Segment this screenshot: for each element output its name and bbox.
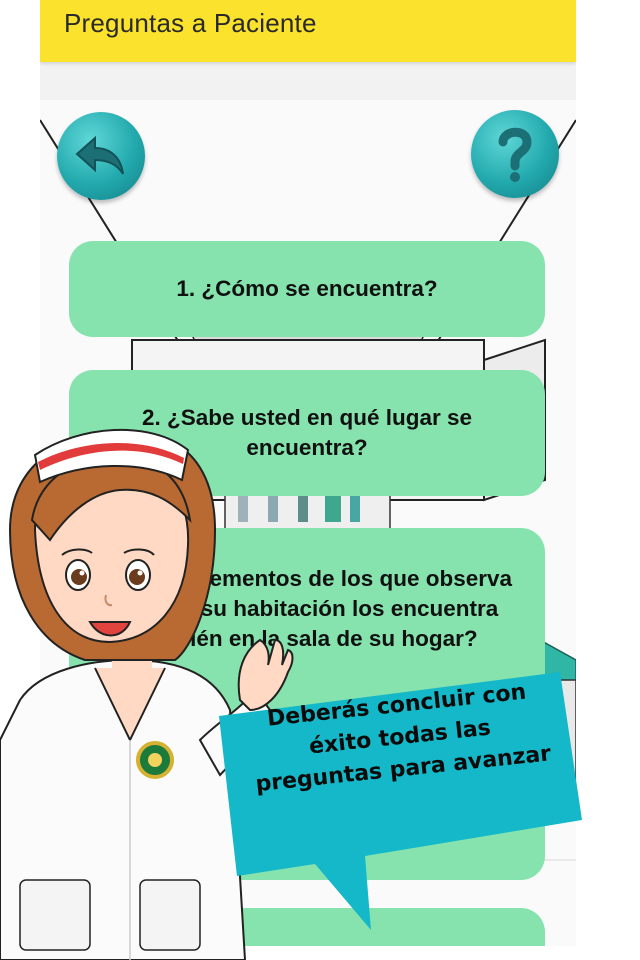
app-bar: Preguntas a Paciente [40, 0, 576, 62]
help-button[interactable] [471, 110, 559, 198]
page-title: Preguntas a Paciente [64, 8, 317, 38]
question-mark-icon [498, 127, 532, 182]
question-label: 1. ¿Cómo se encuentra? [176, 276, 438, 301]
undo-arrow-icon [75, 135, 124, 175]
question-card-1[interactable]: 1. ¿Cómo se encuentra? [69, 241, 545, 337]
back-button[interactable] [57, 112, 145, 200]
